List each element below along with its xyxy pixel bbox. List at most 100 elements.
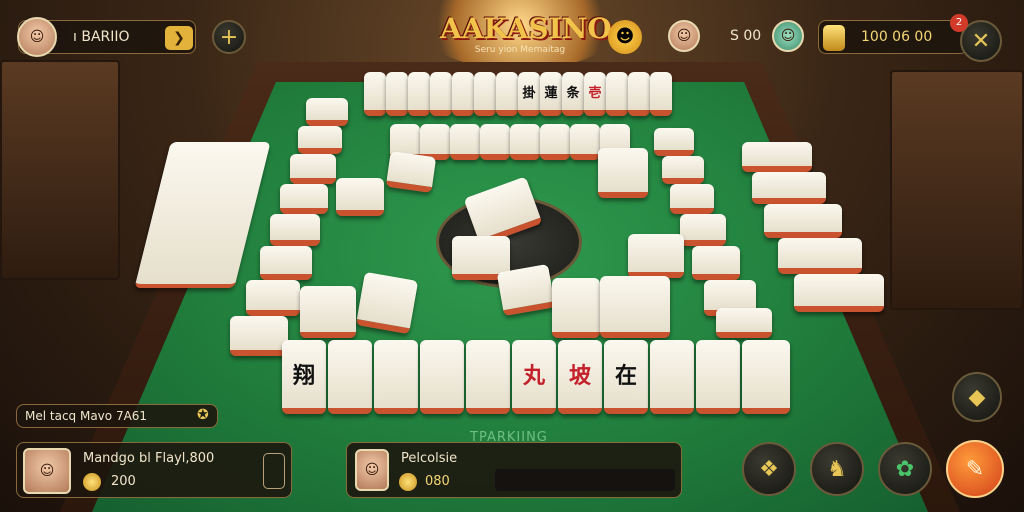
- chow-button[interactable]: ♞: [810, 442, 864, 496]
- logo-title: AAKASINO: [440, 12, 612, 45]
- bookshelf-left: [0, 60, 120, 280]
- gold-balance: 100 06 00: [861, 29, 933, 45]
- pong-button[interactable]: ❖: [742, 442, 796, 496]
- notification-badge: 2: [950, 14, 968, 32]
- tile[interactable]: [540, 124, 570, 160]
- chat-field[interactable]: [495, 469, 675, 491]
- tile[interactable]: [474, 72, 496, 116]
- tile[interactable]: [794, 274, 884, 312]
- discard-tile[interactable]: [496, 263, 556, 317]
- hand-tile[interactable]: [696, 340, 740, 414]
- tile[interactable]: [654, 128, 694, 156]
- tile[interactable]: [450, 124, 480, 160]
- discard-tile[interactable]: [552, 278, 600, 338]
- hand-tile[interactable]: 在: [604, 340, 648, 414]
- kong-button[interactable]: ✿: [878, 442, 932, 496]
- player-portrait[interactable]: ☺: [23, 448, 71, 494]
- opponent-coins: 080: [425, 474, 450, 489]
- tile[interactable]: [364, 72, 386, 116]
- hand-tile[interactable]: [328, 340, 372, 414]
- tile[interactable]: [650, 72, 672, 116]
- info-text: Mel tacq Mavo 7A61: [25, 409, 148, 423]
- top-tile-wall: 掛 蓮 条 壱: [364, 72, 672, 118]
- tile[interactable]: [680, 214, 726, 246]
- player-avatar[interactable]: ☺: [17, 17, 57, 57]
- tile[interactable]: [290, 154, 336, 184]
- arrow-icon[interactable]: ❯: [165, 26, 193, 50]
- sun-bonus-icon[interactable]: ☻: [608, 20, 642, 54]
- discard-tile[interactable]: [598, 148, 648, 198]
- hand-tile[interactable]: 翔: [282, 340, 326, 414]
- tile[interactable]: [510, 124, 540, 160]
- tile[interactable]: [752, 172, 826, 204]
- tile[interactable]: [496, 72, 518, 116]
- discard-tile[interactable]: [355, 271, 419, 335]
- add-button[interactable]: +: [212, 20, 246, 54]
- logo: AAKASINO Seru yion Memaitag: [440, 12, 612, 66]
- opponent-panel[interactable]: ☺ Pelcolsie 080: [346, 442, 682, 498]
- player-name-bar[interactable]: ☺ ı BARIIO ❯: [17, 17, 196, 57]
- chat-bubble-button[interactable]: ◆: [952, 372, 1002, 422]
- hand-tile[interactable]: [650, 340, 694, 414]
- tile[interactable]: [480, 124, 510, 160]
- info-bar: Mel tacq Mavo 7A61 ✪: [16, 404, 218, 428]
- bookshelf-right: [890, 70, 1024, 310]
- far-right-tile-wall: [742, 142, 892, 332]
- opponent-portrait[interactable]: ☺: [355, 449, 389, 491]
- opponent-label: Pelcolsie: [401, 451, 458, 466]
- mahjong-win-button[interactable]: ✎: [946, 440, 1004, 498]
- player-coins: 200: [111, 474, 136, 489]
- tile[interactable]: 壱: [584, 72, 606, 116]
- jade-avatar[interactable]: ☺: [772, 20, 804, 52]
- tile[interactable]: [692, 246, 740, 280]
- phone-icon[interactable]: [263, 453, 285, 489]
- tile[interactable]: [306, 98, 348, 126]
- hand-tile[interactable]: [374, 340, 418, 414]
- coin-icon: [83, 473, 101, 491]
- tile[interactable]: 条: [562, 72, 584, 116]
- tile[interactable]: [742, 142, 812, 172]
- gold-balance-bar[interactable]: 100 06 00: [818, 20, 968, 54]
- discard-tile[interactable]: [600, 276, 670, 338]
- tile[interactable]: [606, 72, 628, 116]
- tile[interactable]: [670, 184, 714, 214]
- gold-icon: [823, 25, 845, 51]
- hand-tile[interactable]: [420, 340, 464, 414]
- tile[interactable]: [260, 246, 312, 280]
- discard-tile[interactable]: [385, 150, 437, 194]
- tile[interactable]: [452, 72, 474, 116]
- tile[interactable]: [408, 72, 430, 116]
- logo-subtitle: Seru yion Memaitag: [474, 45, 566, 55]
- player-name: ı BARIIO: [73, 29, 130, 45]
- game-scene: 掛 蓮 条 壱 翔 丸 坡 在 TPARKIING ☺ ı BARIIO ❯ +…: [0, 0, 1024, 512]
- tile[interactable]: [298, 126, 342, 154]
- tile[interactable]: [778, 238, 862, 274]
- discard-tile[interactable]: [300, 286, 356, 338]
- tile[interactable]: [628, 72, 650, 116]
- tile[interactable]: [280, 184, 328, 214]
- opponent-avatar[interactable]: ☺: [668, 20, 700, 52]
- star-icon: ✪: [197, 407, 209, 423]
- player-panel[interactable]: ☺ Mandgo bl Flayl,800 200: [16, 442, 292, 498]
- tile[interactable]: [420, 124, 450, 160]
- tile[interactable]: [662, 156, 704, 184]
- hand-tile[interactable]: 坡: [558, 340, 602, 414]
- coin-icon: [399, 473, 417, 491]
- tile[interactable]: 蓮: [540, 72, 562, 116]
- player-label: Mandgo bl Flayl,800: [83, 451, 215, 466]
- tile[interactable]: [570, 124, 600, 160]
- tile[interactable]: [764, 204, 842, 238]
- hand-tile[interactable]: [742, 340, 790, 414]
- hand-tile[interactable]: [466, 340, 510, 414]
- discard-tile[interactable]: [628, 234, 684, 278]
- player-hand: 翔 丸 坡 在: [282, 338, 794, 418]
- tile[interactable]: [386, 72, 408, 116]
- small-balance: S 00: [730, 28, 762, 44]
- discard-tile[interactable]: [336, 178, 384, 216]
- hand-tile[interactable]: 丸: [512, 340, 556, 414]
- tile[interactable]: [430, 72, 452, 116]
- tile[interactable]: [246, 280, 300, 316]
- tile[interactable]: 掛: [518, 72, 540, 116]
- tile[interactable]: [230, 316, 288, 356]
- tile[interactable]: [270, 214, 320, 246]
